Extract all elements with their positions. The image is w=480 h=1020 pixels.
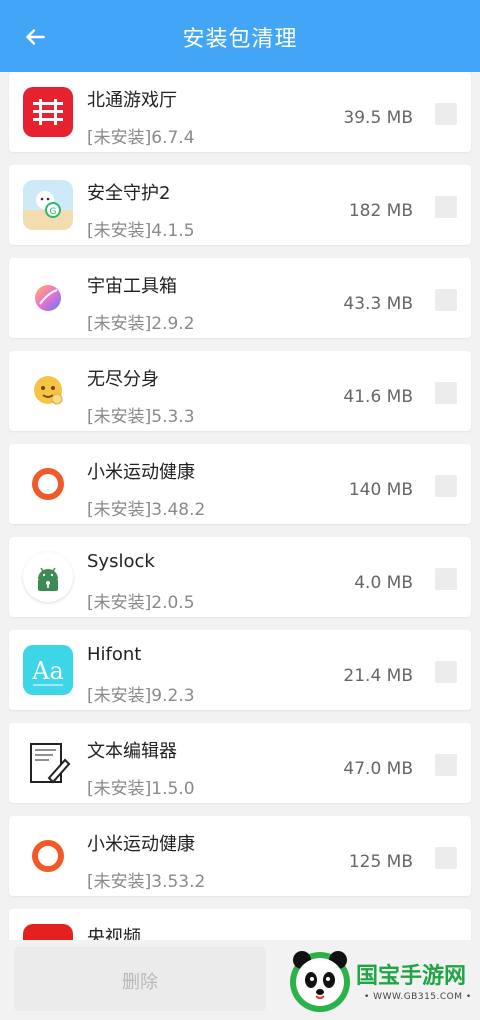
list-item[interactable]: G 安全守护2 [未安装]4.1.5 182 MB — [9, 165, 471, 245]
panda-logo-icon — [290, 951, 350, 1012]
package-list[interactable]: 北通游戏厅 [未安装]6.7.4 39.5 MB G 安全守护2 [未安装]4.… — [0, 72, 480, 940]
select-checkbox[interactable] — [435, 754, 457, 776]
file-size: 47.0 MB — [343, 759, 413, 779]
list-item[interactable]: 宇宙工具箱 [未安装]2.9.2 43.3 MB — [9, 258, 471, 338]
app-name: 北通游戏厅 — [87, 90, 177, 111]
file-size: 140 MB — [348, 480, 413, 500]
select-checkbox[interactable] — [435, 475, 457, 497]
select-checkbox[interactable] — [435, 196, 457, 218]
watermark: 国宝手游网 • WWW.GB315.COM • — [280, 944, 476, 1016]
app-version: [未安装]5.3.3 — [87, 407, 195, 427]
select-checkbox[interactable] — [435, 103, 457, 125]
file-size: 125 MB — [348, 852, 413, 872]
app-name: 央视频 — [87, 927, 141, 940]
file-size: 21.4 MB — [343, 666, 413, 686]
app-version: [未安装]3.48.2 — [87, 500, 206, 520]
app-version: [未安装]6.7.4 — [87, 128, 195, 148]
list-item[interactable]: 北通游戏厅 [未安装]6.7.4 39.5 MB — [9, 72, 471, 152]
app-version: [未安装]9.2.3 — [87, 686, 195, 706]
watermark-url: • WWW.GB315.COM • — [364, 992, 472, 1002]
list-item[interactable]: 小米运动健康 [未安装]3.48.2 140 MB — [9, 444, 471, 524]
select-checkbox[interactable] — [435, 568, 457, 590]
app-version: [未安装]4.1.5 — [87, 221, 195, 241]
cartoon-face-icon — [23, 366, 73, 416]
list-item[interactable]: Aa Hifont [未安装]9.2.3 21.4 MB — [9, 630, 471, 710]
list-item[interactable]: 无尽分身 [未安装]5.3.3 41.6 MB — [9, 351, 471, 431]
list-item[interactable]: 央视频 — [9, 909, 471, 940]
app-name: 小米运动健康 — [87, 834, 195, 855]
document-pen-icon — [23, 738, 73, 788]
gradient-circle-icon — [23, 273, 73, 323]
select-checkbox[interactable] — [435, 382, 457, 404]
file-size: 182 MB — [348, 201, 413, 221]
orange-ring-icon — [23, 459, 73, 509]
betop-icon — [23, 87, 73, 137]
list-item[interactable]: Syslock [未安装]2.0.5 4.0 MB — [9, 537, 471, 617]
file-size: 4.0 MB — [354, 573, 413, 593]
file-size: 43.3 MB — [343, 294, 413, 314]
delete-button[interactable]: 删除 — [14, 947, 266, 1011]
app-name: Syslock — [87, 551, 155, 572]
android-lock-icon — [23, 552, 73, 602]
app-version: [未安装]1.5.0 — [87, 779, 195, 799]
file-size: 39.5 MB — [343, 108, 413, 128]
svg-text:G: G — [50, 207, 57, 217]
select-checkbox[interactable] — [435, 661, 457, 683]
orange-ring-icon — [23, 831, 73, 881]
app-name: 文本编辑器 — [87, 741, 177, 762]
app-name: 安全守护2 — [87, 183, 171, 204]
top-app-bar: 安装包清理 — [0, 0, 480, 72]
app-version: [未安装]3.53.2 — [87, 872, 206, 892]
delete-label: 删除 — [122, 972, 158, 993]
aa-font-icon: Aa — [23, 645, 73, 695]
svg-text:Aa: Aa — [31, 657, 64, 685]
beach-character-icon: G — [23, 180, 73, 230]
select-checkbox[interactable] — [435, 289, 457, 311]
app-name: 小米运动健康 — [87, 462, 195, 483]
app-version: [未安装]2.9.2 — [87, 314, 195, 334]
watermark-text: 国宝手游网 — [356, 964, 467, 989]
app-name: 宇宙工具箱 — [87, 276, 177, 297]
app-name: 无尽分身 — [87, 369, 159, 390]
app-name: Hifont — [87, 644, 142, 665]
app-version: [未安装]2.0.5 — [87, 593, 195, 613]
file-size: 41.6 MB — [343, 387, 413, 407]
select-checkbox[interactable] — [435, 847, 457, 869]
red-square-icon — [23, 924, 73, 940]
list-item[interactable]: 文本编辑器 [未安装]1.5.0 47.0 MB — [9, 723, 471, 803]
page-title: 安装包清理 — [182, 27, 298, 52]
list-item[interactable]: 小米运动健康 [未安装]3.53.2 125 MB — [9, 816, 471, 896]
